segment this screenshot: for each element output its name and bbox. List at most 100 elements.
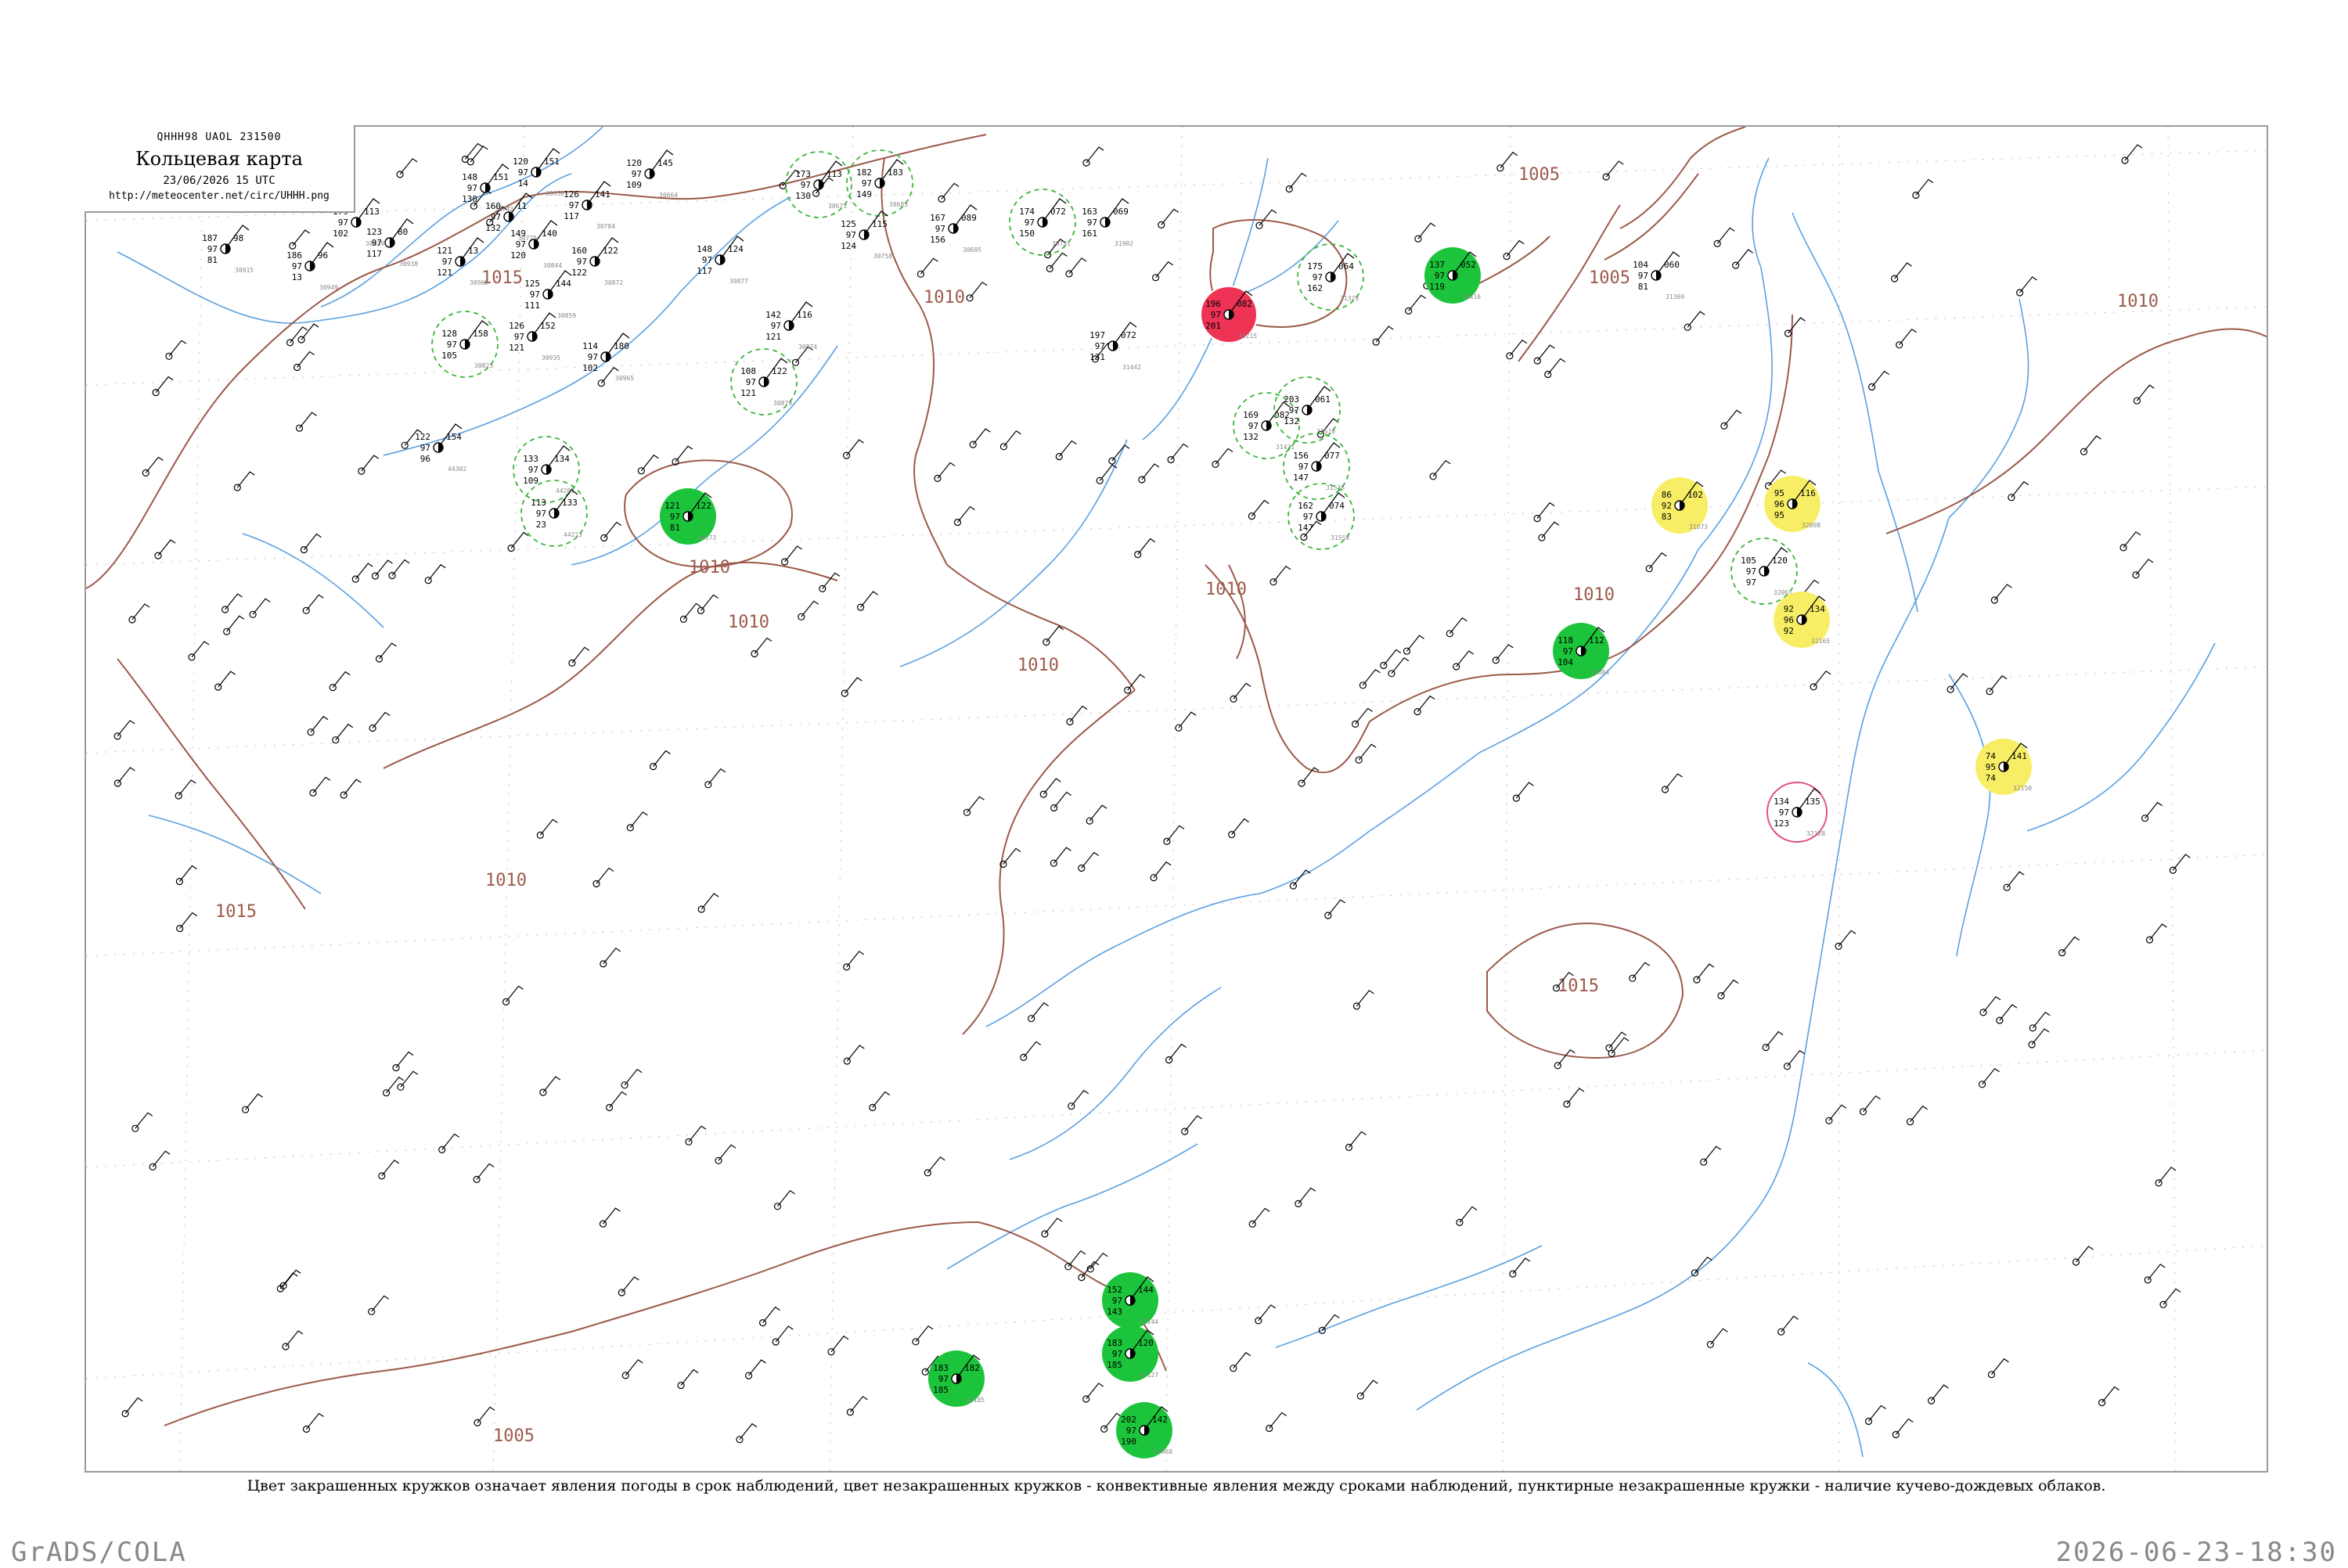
station-44302[interactable]: 1229796 154 44302: [415, 423, 466, 473]
station-dewpoint: 102: [582, 363, 598, 373]
isobar-label: 1010: [485, 871, 527, 890]
station-code: 061: [1315, 394, 1331, 405]
isobar-label: 1010: [1573, 585, 1615, 605]
station-temp: 97: [442, 257, 452, 267]
station-30935[interactable]: 12697121 152 30935: [509, 312, 560, 361]
station-31884[interactable]: 11897104 112 31884: [1553, 623, 1609, 679]
minor-stations: [113, 142, 2191, 1444]
station-code: 060: [1664, 260, 1680, 270]
station-dewpoint: 132: [1243, 432, 1259, 442]
station-30949[interactable]: 1869713 96 30949: [286, 242, 338, 291]
station-pressure: 149: [510, 228, 526, 239]
station-30844[interactable]: 14997120 140 30844: [510, 220, 562, 269]
station-pressure: 120: [626, 158, 642, 168]
station-pressure: 187: [202, 233, 218, 243]
station-pressure: 163: [1082, 207, 1097, 217]
station-id: 47144: [1140, 1318, 1158, 1325]
station-30859[interactable]: 12597111 144 30859: [524, 270, 576, 319]
station-dewpoint: 119: [1429, 282, 1445, 292]
station-id: 30915: [235, 267, 254, 274]
station-30872[interactable]: 1609712212230872: [571, 237, 623, 286]
station-pressure: 203: [1284, 394, 1299, 405]
map-url[interactable]: http://meteocenter.net/circ/UHHH.png: [85, 190, 354, 202]
station-dewpoint: 14: [518, 178, 529, 189]
rivers: [117, 127, 2216, 1458]
station-pressure: 125: [524, 279, 540, 289]
station-30664[interactable]: 12097109 145 30664: [626, 149, 678, 199]
station-id: 30695: [963, 246, 981, 254]
station-30874[interactable]: 14297121 116 30874: [765, 301, 817, 351]
station-47185[interactable]: 18397185 182 47185: [928, 1350, 985, 1407]
legend-caption: Цвет закрашенных кружков означает явлени…: [247, 1477, 2106, 1494]
station-pressure: 95: [1774, 488, 1784, 498]
station-30784[interactable]: 12697117 141 30784: [564, 181, 615, 230]
station-temp: 97: [1087, 218, 1097, 228]
station-31873[interactable]: 869283 102 31873: [1651, 477, 1708, 534]
station-30965[interactable]: 12197121 13 30965: [437, 237, 488, 286]
station-temp: 97: [372, 238, 382, 248]
station-pressure: 114: [582, 341, 598, 351]
title-box: QHHH98 UAOL 231500 Кольцевая карта 23/06…: [85, 125, 355, 213]
station-pressure: 120: [513, 156, 528, 167]
station-dewpoint: 149: [856, 189, 872, 200]
station-dewpoint: 81: [207, 255, 218, 265]
station-44373[interactable]: 1219781 122 44373: [660, 488, 716, 545]
station-id: 44373: [697, 534, 716, 541]
station-code: 077: [1324, 451, 1340, 461]
station-30915[interactable]: 1879781 98 30915: [202, 225, 254, 274]
station-dewpoint: 190: [1121, 1437, 1136, 1447]
station-temp: 97: [467, 183, 477, 193]
station-30879[interactable]: 10897121 122 30879: [730, 348, 798, 415]
station-id: 30823: [474, 362, 493, 369]
station-30781[interactable]: 17497150 072 30781: [1009, 189, 1076, 256]
station-32128[interactable]: 13497123 135 32128: [1766, 782, 1828, 843]
station-30685[interactable]: 18297149 183 30685: [846, 149, 913, 217]
station-30695[interactable]: 16797156 089 30695: [930, 204, 981, 254]
station-dewpoint: 132: [485, 223, 501, 233]
station-47127[interactable]: 18397185 120 47127: [1102, 1325, 1158, 1382]
station-temp: 97: [1112, 1349, 1122, 1359]
station-pressure: 126: [509, 321, 524, 331]
station-code: 154: [446, 432, 462, 442]
station-id: 47127: [1140, 1372, 1158, 1379]
station-code: 144: [1138, 1285, 1154, 1295]
station-32150[interactable]: 749574 141 32150: [1975, 739, 2032, 795]
isobar-label: 1010: [1017, 656, 1059, 675]
station-temp: 97: [292, 261, 302, 272]
station-32061[interactable]: 105979712032061: [1730, 538, 1798, 605]
footer-software: GrADS/COLA: [11, 1537, 187, 1568]
synoptic-map: 1015 1010 1010 1010 1010 1010 1010 1010 …: [85, 125, 2268, 1473]
station-44213[interactable]: 1139723 133 44213: [520, 480, 588, 547]
station-temp: 97: [491, 212, 501, 222]
station-temp: 97: [1025, 218, 1035, 228]
station-code: 116: [797, 310, 812, 320]
station-dewpoint: 147: [1298, 523, 1313, 533]
station-30673[interactable]: 17397130 113 30673: [785, 151, 852, 218]
station-47144[interactable]: 15297143 144 47144: [1102, 1272, 1158, 1329]
station-47868[interactable]: 20297190 142 47868: [1116, 1402, 1172, 1458]
station-code: 98: [233, 233, 243, 243]
station-30758[interactable]: 12597124 115 30758: [841, 210, 892, 260]
station-30877[interactable]: 14897117 124 30877: [697, 236, 748, 285]
isobar-labels: 1015 1010 1010 1010 1010 1010 1010 1010 …: [215, 165, 2159, 1446]
station-32165[interactable]: 929692 134 32165: [1774, 592, 1830, 648]
isobar-label: 1010: [689, 558, 730, 577]
station-temp: 95: [1986, 762, 1996, 772]
station-pressure: 105: [1741, 556, 1756, 566]
station-code: 115: [872, 219, 888, 229]
station-pressure: 128: [441, 329, 457, 339]
station-32098[interactable]: 959695 116 32098: [1764, 476, 1820, 532]
station-30650[interactable]: 1209714 151 30650: [513, 148, 564, 197]
station-dewpoint: 102: [333, 228, 348, 239]
station-id: 30965: [470, 279, 488, 286]
station-31215[interactable]: 19697201 082 31215: [1200, 286, 1258, 343]
station-31369[interactable]: 1049781 060 31369: [1633, 251, 1684, 300]
station-30823[interactable]: 12897105 158 30823: [431, 311, 499, 378]
station-dewpoint: 81: [670, 523, 680, 533]
station-31442[interactable]: 19797131 072 31442: [1089, 322, 1141, 371]
station-31902[interactable]: 16397161 069 31902: [1082, 198, 1133, 247]
station-dewpoint: 117: [366, 249, 382, 259]
station-code: 180: [614, 341, 629, 351]
station-31416[interactable]: 13797119 052 31416: [1424, 247, 1481, 304]
station-temp: 97: [577, 257, 587, 267]
